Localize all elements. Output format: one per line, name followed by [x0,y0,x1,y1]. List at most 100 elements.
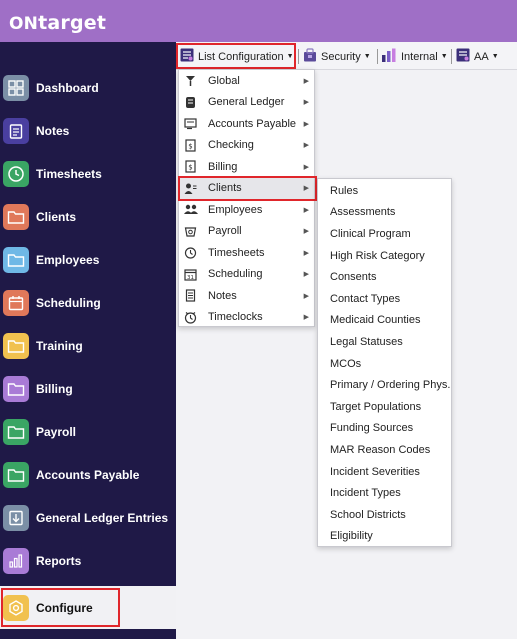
sidebar-item-reports[interactable]: Reports [0,539,176,582]
folder-icon [3,332,29,359]
sidebar-item-label: Reports [36,553,82,568]
submenu-item[interactable]: Rules [318,180,451,202]
menu-aa[interactable]: AA ▼ [456,46,499,67]
download-icon [3,504,29,531]
dropdown-item-label: Payroll [208,225,242,238]
dashboard-icon [3,74,29,101]
submenu-item-label: Consents [330,271,377,284]
app-logo[interactable]: ONtarget [9,12,106,34]
menubar-separator [451,49,452,64]
dropdown-item-label: Timesheets [208,246,265,259]
submenu-item[interactable]: School Districts [318,504,451,526]
submenu-item[interactable]: Incident Types [318,482,451,504]
dropdown-item-timesheets[interactable]: Timesheets ▶ [179,242,314,264]
chevron-right-icon: ▶ [303,185,309,193]
billing-icon: $ [184,160,197,173]
clock-icon [3,160,29,187]
submenu-item[interactable]: Consents [318,266,451,288]
sidebar-item-label: General Ledger Entries [36,510,169,525]
submenu-item[interactable]: MAR Reason Codes [318,439,451,461]
menu-internal[interactable]: Internal ▼ [381,46,448,67]
sidebar-item-label: Notes [36,123,70,138]
menu-security[interactable]: Security ▼ [303,46,371,67]
menu-list-configuration[interactable]: List Configuration ▼ [180,46,294,67]
notes-icon [184,289,197,302]
dropdown-item-label: Timeclocks [208,311,263,324]
sidebar-item-notes[interactable]: Notes [0,109,176,152]
sidebar-item-employees[interactable]: Employees [0,238,176,281]
menubar: List Configuration ▼ Security ▼ Internal… [176,42,517,70]
sidebar-item-clients[interactable]: Clients [0,195,176,238]
chevron-down-icon: ▼ [363,53,371,60]
submenu-item[interactable]: Incident Severities [318,461,451,483]
notes-icon [3,117,29,144]
submenu-item-label: High Risk Category [330,249,425,262]
sidebar-item-dashboard[interactable]: Dashboard [0,66,176,109]
submenu-item[interactable]: Contact Types [318,288,451,310]
dropdown-item-label: Accounts Payable [208,117,297,130]
dropdown-item-checking[interactable]: $ Checking ▶ [179,135,314,157]
dropdown-item-general-ledger[interactable]: General Ledger ▶ [179,92,314,114]
clients-submenu: Rules Assessments Clinical Program High … [317,178,452,547]
payroll-icon [184,225,197,238]
dropdown-item-global[interactable]: Global ▶ [179,70,314,92]
calendar-icon [3,289,29,316]
sidebar-item-configure[interactable]: Configure [0,586,176,629]
sidebar-item-payroll[interactable]: Payroll [0,410,176,453]
dropdown-item-employees[interactable]: Employees ▶ [179,199,314,221]
sidebar-item-label: Training [36,338,83,353]
folder-icon [3,246,29,273]
dropdown-item-label: Scheduling [208,268,263,281]
submenu-item-label: Primary / Ordering Phys. [330,379,451,392]
dropdown-item-scheduling[interactable]: 31 Scheduling ▶ [179,264,314,286]
sidebar-item-scheduling[interactable]: Scheduling [0,281,176,324]
submenu-item[interactable]: Legal Statuses [318,331,451,353]
dropdown-item-label: Clients [208,182,242,195]
submenu-item[interactable]: Medicaid Counties [318,310,451,332]
sidebar-item-billing[interactable]: Billing [0,367,176,410]
dropdown-item-label: General Ledger [208,96,285,109]
submenu-item-label: Legal Statuses [330,335,403,348]
chevron-down-icon: ▼ [491,53,499,60]
sidebar-item-label: Employees [36,252,100,267]
submenu-item[interactable]: High Risk Category [318,245,451,267]
submenu-item-label: MAR Reason Codes [330,443,431,456]
folder-icon [3,203,29,230]
dropdown-item-label: Billing [208,160,238,173]
submenu-item[interactable]: MCOs [318,353,451,375]
menu-security-label: Security [321,50,361,63]
submenu-item[interactable]: Eligibility [318,526,451,548]
sidebar-item-label: Dashboard [36,80,99,95]
dropdown-item-notes[interactable]: Notes ▶ [179,285,314,307]
logo-on-text: ON [9,14,39,34]
chevron-right-icon: ▶ [303,314,309,322]
dropdown-item-accounts-payable[interactable]: Accounts Payable ▶ [179,113,314,135]
app-header: ONtarget [0,0,517,42]
submenu-item[interactable]: Funding Sources [318,418,451,440]
chevron-right-icon: ▶ [303,142,309,150]
dropdown-item-billing[interactable]: $ Billing ▶ [179,156,314,178]
submenu-item[interactable]: Target Populations [318,396,451,418]
dropdown-item-label: Checking [208,139,254,152]
dropdown-item-timeclocks[interactable]: Timeclocks ▶ [179,307,314,329]
menu-aa-label: AA [474,50,489,63]
aa-icon [456,48,470,65]
submenu-item[interactable]: Primary / Ordering Phys. [318,374,451,396]
sidebar-item-accounts-payable[interactable]: Accounts Payable [0,453,176,496]
sidebar-item-timesheets[interactable]: Timesheets [0,152,176,195]
sidebar-item-general-ledger-entries[interactable]: General Ledger Entries [0,496,176,539]
submenu-item-label: Target Populations [330,400,422,413]
sidebar-item-training[interactable]: Training [0,324,176,367]
global-icon [184,74,197,87]
dropdown-item-clients[interactable]: Clients ▶ [179,177,314,199]
security-icon [303,48,317,65]
dropdown-item-payroll[interactable]: Payroll ▶ [179,221,314,243]
submenu-item[interactable]: Clinical Program [318,223,451,245]
submenu-item[interactable]: Assessments [318,202,451,224]
scheduling-icon: 31 [184,268,197,281]
chevron-right-icon: ▶ [303,249,309,257]
employees-icon [184,203,198,216]
submenu-item-label: Incident Types [330,487,401,500]
chevron-right-icon: ▶ [303,99,309,107]
chevron-right-icon: ▶ [303,228,309,236]
